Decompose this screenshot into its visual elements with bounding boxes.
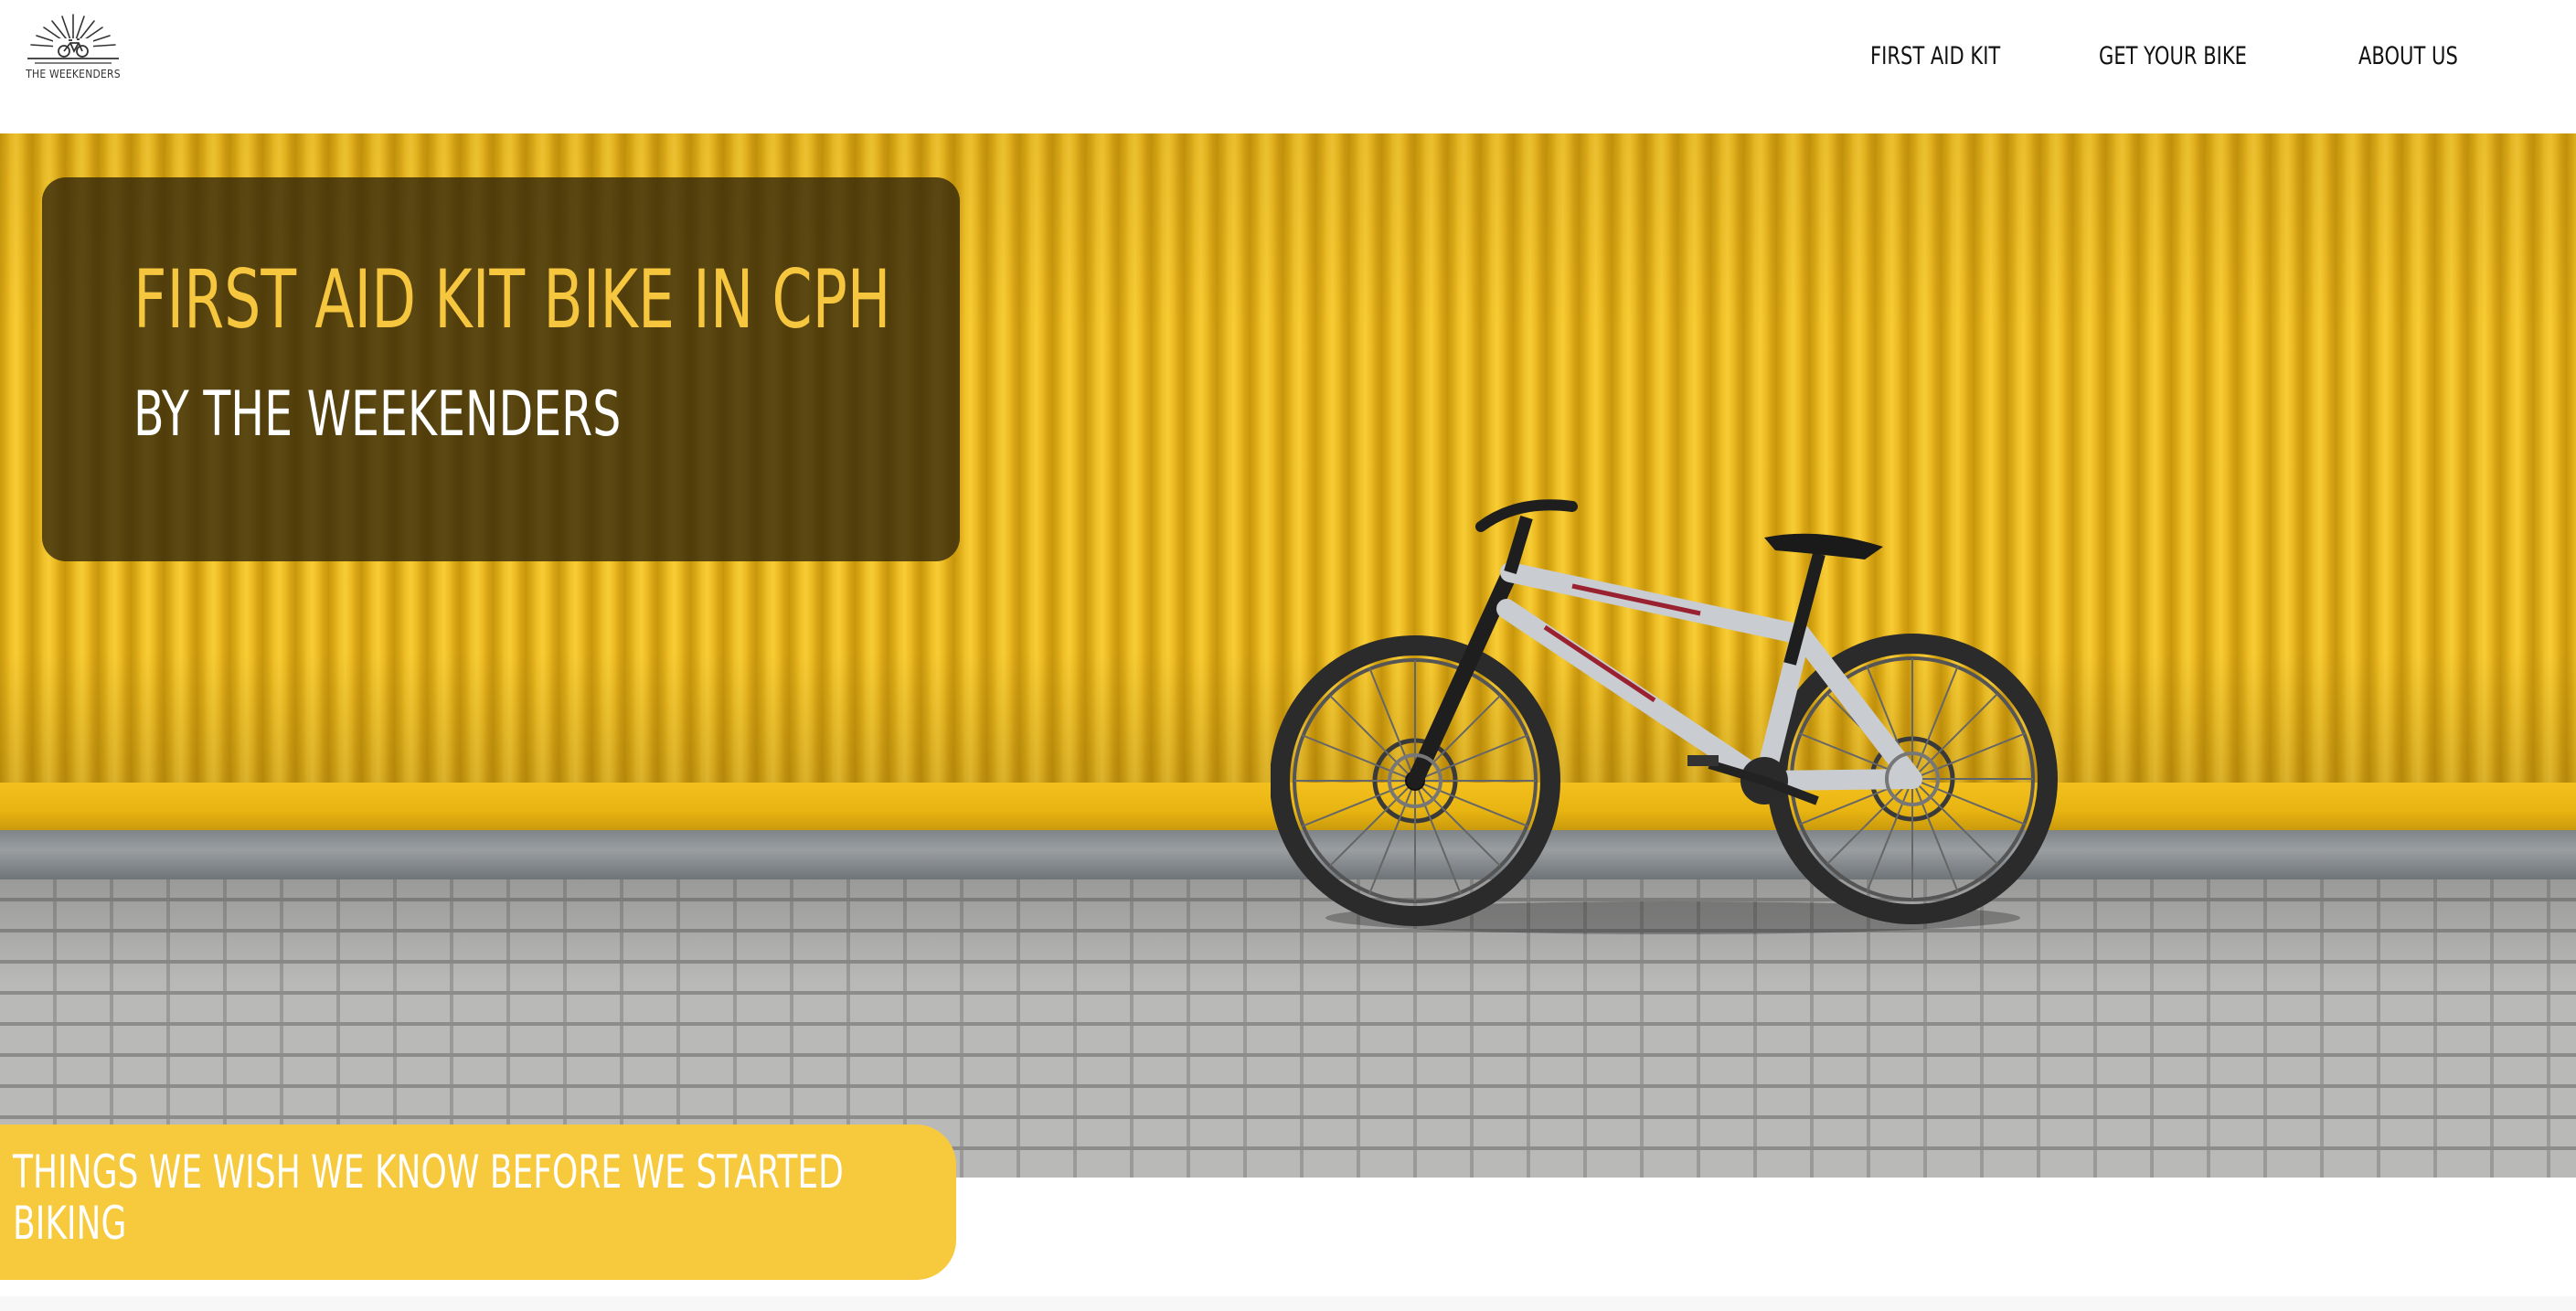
logo-text: THE WEEKENDERS (26, 68, 121, 80)
bicycle-image (1271, 499, 2058, 934)
hero-subtitle: BY THE WEEKENDERS (133, 378, 622, 451)
nav-first-aid-kit[interactable]: FIRST AID KIT (1870, 42, 2000, 79)
nav-about-us[interactable]: ABOUT US (2358, 42, 2458, 79)
section-banner-heading: THINGS WE WISH WE KNOW BEFORE WE STARTED… (13, 1146, 844, 1250)
site-header: THE WEEKENDERS FIRST AID KIT GET YOUR BI… (0, 0, 2576, 133)
section-banner: THINGS WE WISH WE KNOW BEFORE WE STARTED… (0, 1124, 956, 1280)
nav-get-your-bike[interactable]: GET YOUR BIKE (2099, 42, 2247, 79)
logo[interactable]: THE WEEKENDERS (22, 11, 124, 88)
hero-title: FIRST AID KIT BIKE IN CPH (133, 252, 891, 346)
page-bottom-strip (0, 1296, 2576, 1311)
sunburst-bike-icon (27, 14, 119, 64)
hero-title-card: FIRST AID KIT BIKE IN CPH BY THE WEEKEND… (42, 177, 960, 561)
